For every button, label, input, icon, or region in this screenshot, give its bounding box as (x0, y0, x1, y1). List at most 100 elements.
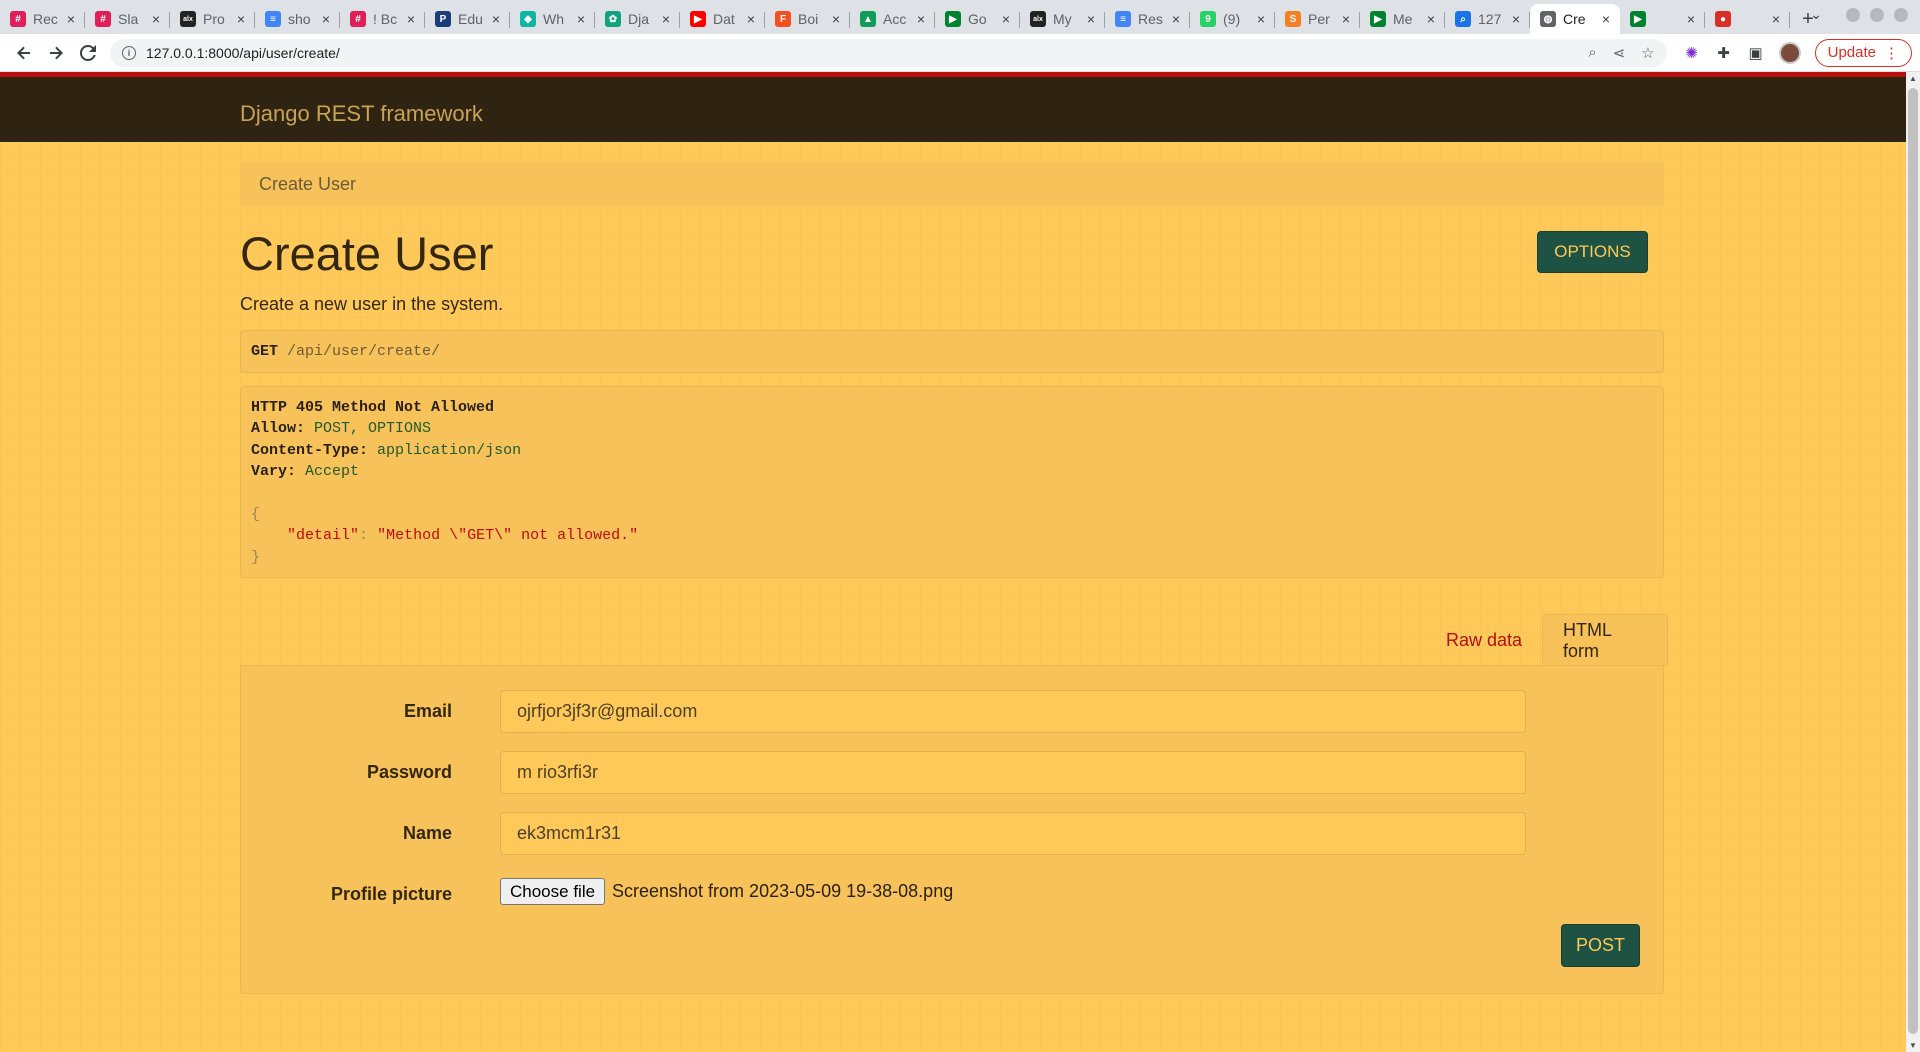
selected-file-name: Screenshot from 2023-05-09 19-38-08.png (612, 881, 954, 901)
options-button[interactable]: OPTIONS (1537, 231, 1648, 273)
side-panel-icon[interactable]: ▣ (1747, 44, 1765, 62)
figma-icon: F (775, 11, 791, 27)
forward-button[interactable] (40, 37, 72, 69)
close-tab-icon[interactable]: × (1768, 11, 1784, 27)
browser-toolbar: i 127.0.0.1:8000/api/user/create/ ⌕ ⋖ ☆ … (0, 34, 1920, 72)
close-tab-icon[interactable]: × (1683, 11, 1699, 27)
drf-brand-link[interactable]: Django REST framework (240, 101, 483, 127)
browser-tab[interactable]: ≡ Res × (1105, 4, 1190, 34)
address-bar[interactable]: i 127.0.0.1:8000/api/user/create/ ⌕ ⋖ ☆ (110, 38, 1667, 67)
site-info-icon[interactable]: i (122, 45, 136, 60)
browser-tab-title: Per (1308, 11, 1330, 27)
browser-tab[interactable]: # ! Bc × (340, 4, 425, 34)
name-field[interactable] (500, 812, 1526, 855)
browser-tab[interactable]: F Boi × (765, 4, 850, 34)
header-name: Vary: (251, 463, 297, 481)
browser-tab[interactable]: ▶ Go × (935, 4, 1020, 34)
form-row-email: Email (241, 690, 1665, 734)
name-label: Name (402, 823, 452, 843)
extension-gear-icon[interactable]: ✺ (1683, 44, 1701, 62)
browser-tab-title: (9) (1223, 11, 1241, 27)
meet-icon: ▶ (1630, 11, 1646, 27)
slack-icon: # (10, 11, 26, 27)
browser-tab[interactable]: ⌕ 127 × (1445, 4, 1530, 34)
header-name: Content-Type: (251, 441, 369, 459)
close-tab-icon[interactable]: × (658, 11, 674, 27)
close-tab-icon[interactable]: × (998, 11, 1014, 27)
close-tab-icon[interactable]: × (318, 11, 334, 27)
browser-tab[interactable]: ▶ Dat × (680, 4, 765, 34)
close-tab-icon[interactable]: × (148, 11, 164, 27)
browser-tab[interactable]: ▶ × (1620, 4, 1705, 34)
browser-tab[interactable]: ▲ Acc × (850, 4, 935, 34)
tab-html-form[interactable]: HTML form (1542, 614, 1669, 666)
close-tab-icon[interactable]: × (1083, 11, 1099, 27)
alx-icon: alx (180, 11, 196, 27)
content-tabs: Raw data HTML form (1426, 614, 1669, 666)
youtube-icon: ▶ (690, 11, 706, 27)
browser-tab[interactable]: ✿ Dja × (595, 4, 680, 34)
close-tab-icon[interactable]: × (1168, 11, 1184, 27)
browser-tab-title: sho (288, 11, 311, 27)
close-tab-icon[interactable]: × (488, 11, 504, 27)
browser-tab[interactable]: ● × (1705, 4, 1790, 34)
form-row-password: Password (241, 751, 1665, 795)
post-button[interactable]: POST (1561, 924, 1640, 967)
tab-search-chevron-icon[interactable]: ⌄ (1810, 6, 1822, 23)
browser-tab[interactable]: alx My × (1020, 4, 1105, 34)
password-field[interactable] (500, 751, 1526, 794)
alx-icon: alx (1030, 11, 1046, 27)
close-tab-icon[interactable]: × (1253, 11, 1269, 27)
close-tab-icon[interactable]: × (828, 11, 844, 27)
close-tab-icon[interactable]: × (1338, 11, 1354, 27)
tab-list: # Rec × # Sla × alx Pro × ≡ sho × # ! Bc × P Edu × ◆ Wh × ✿ Dj… (0, 0, 1790, 34)
browser-tab[interactable]: ≡ sho × (255, 4, 340, 34)
scroll-down-arrow-icon[interactable]: ▼ (1909, 1041, 1917, 1050)
close-tab-icon[interactable]: × (743, 11, 759, 27)
browser-tab[interactable]: ◍ Cre × (1530, 4, 1620, 34)
docs-icon: ≡ (1115, 11, 1131, 27)
page-scrollbar[interactable]: ▲ ▼ (1906, 72, 1920, 1052)
minimize-button[interactable] (1846, 7, 1860, 22)
window-controls: ⌄ (1810, 6, 1908, 23)
scrollbar-thumb[interactable] (1908, 88, 1918, 1034)
browser-tab[interactable]: # Sla × (85, 4, 170, 34)
email-field[interactable] (500, 690, 1526, 733)
maximize-button[interactable] (1870, 7, 1884, 22)
update-button[interactable]: Update ⋮ (1814, 38, 1912, 67)
close-tab-icon[interactable]: × (573, 11, 589, 27)
close-tab-icon[interactable]: × (913, 11, 929, 27)
back-button[interactable] (8, 37, 40, 69)
browser-tab-title: Cre (1563, 11, 1586, 27)
browser-tab[interactable]: 9 (9) × (1190, 4, 1275, 34)
request-info: GET /api/user/create/ (240, 330, 1664, 373)
meet-icon: ▶ (945, 11, 961, 27)
profile-avatar[interactable] (1778, 41, 1801, 64)
close-tab-icon[interactable]: × (1598, 11, 1614, 27)
url-text[interactable]: 127.0.0.1:8000/api/user/create/ (146, 45, 1572, 61)
scroll-up-arrow-icon[interactable]: ▲ (1909, 74, 1917, 83)
browser-tab[interactable]: # Rec × (0, 4, 85, 34)
page-description: Create a new user in the system. (240, 294, 504, 314)
close-tab-icon[interactable]: × (233, 11, 249, 27)
close-tab-icon[interactable]: × (403, 11, 419, 27)
close-tab-icon[interactable]: × (1508, 11, 1524, 27)
browser-tab[interactable]: ◆ Wh × (510, 4, 595, 34)
browser-tab-title: Boi (798, 11, 819, 27)
extensions-puzzle-icon[interactable]: ✚ (1715, 44, 1733, 62)
browser-tab[interactable]: S Per × (1275, 4, 1360, 34)
browser-tab[interactable]: ▶ Me × (1360, 4, 1445, 34)
browser-tab[interactable]: alx Pro × (170, 4, 255, 34)
close-tab-icon[interactable]: × (1423, 11, 1439, 27)
zoom-icon[interactable]: ⌕ (1588, 44, 1596, 61)
close-tab-icon[interactable]: × (63, 11, 79, 27)
reload-button[interactable] (72, 37, 104, 69)
drive-icon: ▲ (860, 11, 876, 27)
bookmark-star-icon[interactable]: ☆ (1641, 44, 1654, 62)
choose-file-button[interactable]: Choose file (500, 878, 606, 905)
tab-raw-data[interactable]: Raw data (1426, 614, 1542, 666)
whatsapp-icon: 9 (1200, 11, 1216, 27)
close-window-button[interactable] (1894, 7, 1908, 22)
share-icon[interactable]: ⋖ (1613, 44, 1626, 62)
browser-tab[interactable]: P Edu × (425, 4, 510, 34)
